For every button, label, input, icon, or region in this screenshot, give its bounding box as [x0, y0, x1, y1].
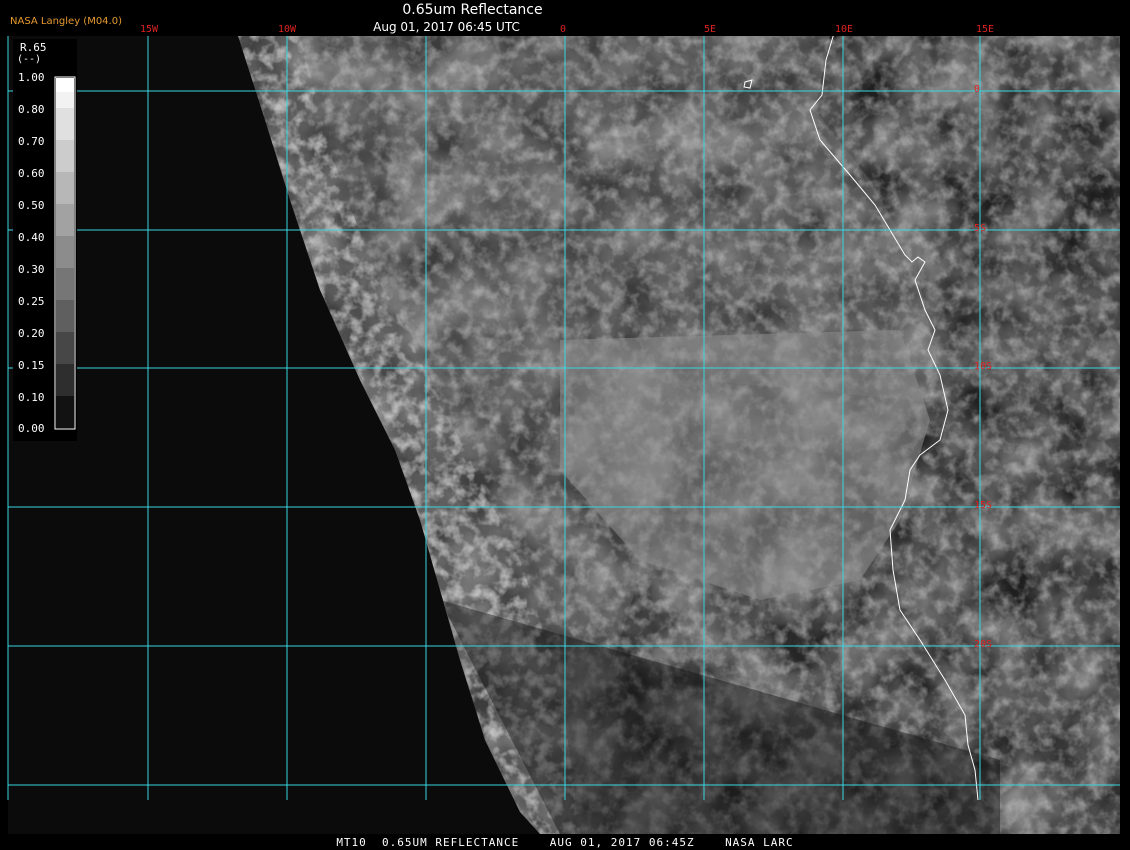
lon-label-10w: 10W	[278, 24, 297, 35]
colorbar-tick: 0.60	[18, 167, 45, 180]
lon-label-0: 0	[560, 24, 567, 35]
lat-label-5s: 5S	[974, 223, 987, 234]
product-title: 0.65um Reflectance	[402, 2, 543, 18]
satellite-viewer: NASA Langley (M04.0) 0.65um Reflectance …	[0, 0, 1130, 850]
lat-label-20s: 20S	[974, 639, 993, 650]
lon-label-10e: 10E	[835, 24, 854, 35]
colorbar-tick: 0.40	[18, 231, 45, 244]
colorbar-units: (--)	[17, 54, 42, 65]
colorbar-tick: 1.00	[18, 71, 45, 84]
colorbar-tick: 0.20	[18, 327, 45, 340]
lat-label-0: 0	[974, 84, 981, 95]
colorbar-tick: 0.00	[18, 422, 45, 435]
colorbar-title: R.65	[20, 41, 47, 54]
lon-label-15w: 15W	[140, 24, 159, 35]
lat-label-15s: 15S	[974, 500, 993, 511]
colorbar-tick: 0.10	[18, 391, 45, 404]
colorbar-tick: 0.30	[18, 263, 45, 276]
colorbar-tick: 0.80	[18, 103, 45, 116]
lon-label-5e: 5E	[704, 24, 717, 35]
footer-caption: MT10 0.65UM REFLECTANCE AUG 01, 2017 06:…	[336, 836, 794, 849]
colorbar-tick: 0.70	[18, 135, 45, 148]
reflectance-map	[7, 5, 1120, 834]
image-timestamp: Aug 01, 2017 06:45 UTC	[373, 20, 520, 34]
colorbar-tick: 0.50	[18, 199, 45, 212]
colorbar-tick: 0.15	[18, 359, 45, 372]
lon-label-15e: 15E	[976, 24, 995, 35]
colorbar-tick: 0.25	[18, 295, 45, 308]
lat-label-10s: 10S	[974, 361, 993, 372]
